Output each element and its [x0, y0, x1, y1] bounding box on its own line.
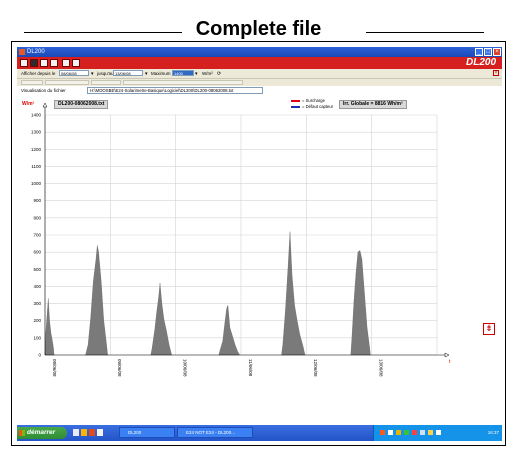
- screenshot-frame: DL200 _ □ × DL200 Afficher depuis le 08/…: [11, 41, 506, 446]
- from-label: Afficher depuis le: [21, 71, 56, 76]
- y-tick-label: 400: [33, 284, 41, 289]
- y-tick-label: 800: [33, 215, 41, 220]
- to-dropdown-icon[interactable]: ▾: [145, 71, 148, 77]
- chart-plot: 0 100 200 300 400 500 600 700 800 900 1000 1100 1200…: [31, 102, 451, 377]
- irradiance-area: [281, 231, 306, 356]
- disabled-field-2: [45, 80, 89, 85]
- y-tick-label: 600: [33, 250, 41, 255]
- system-tray: 16:37: [373, 425, 502, 441]
- x-tick-label: 13/06/08: [379, 359, 384, 377]
- x-axis-arrow: [444, 352, 450, 358]
- disabled-field-1: [21, 80, 43, 85]
- open-file-icon[interactable]: [30, 59, 38, 67]
- filter-bar: Afficher depuis le 08/06/08 ▾ jusqu'au 1…: [17, 69, 502, 78]
- disabled-field-4: [123, 80, 243, 85]
- tray-network-icon[interactable]: [388, 430, 393, 435]
- start-button[interactable]: démarrer: [17, 427, 67, 439]
- from-dropdown-icon[interactable]: ▾: [91, 71, 94, 77]
- y-tick-label: 1100: [31, 164, 41, 169]
- tray-clock: 16:37: [487, 430, 499, 435]
- app-window: DL200 _ □ × DL200 Afficher depuis le 08/…: [17, 47, 502, 441]
- title-bar: DL200 _ □ ×: [17, 47, 502, 57]
- x-tick-label: 10/06/08: [183, 359, 188, 377]
- scroll-down-icon[interactable]: ⇟: [483, 323, 495, 335]
- tray-antivirus-icon[interactable]: [412, 430, 417, 435]
- file-path-field[interactable]: H:\MOOSBE\E24-Solarimetre-Basique\Logici…: [87, 87, 263, 94]
- y-tick-label: 200: [33, 318, 41, 323]
- from-date-field[interactable]: 08/06/08: [59, 70, 89, 76]
- y-tick-label: 100: [33, 335, 41, 340]
- tray-volume-icon[interactable]: [420, 430, 425, 435]
- refresh-icon[interactable]: ⟳: [217, 71, 221, 77]
- file-bar: Visualisation du fichier H:\MOOSBE\E24-S…: [17, 86, 502, 95]
- irradiance-area: [150, 282, 172, 356]
- y-tick-label: 1300: [31, 130, 42, 135]
- irradiance-area: [350, 250, 371, 356]
- irradiance-area: [44, 298, 55, 356]
- max-field[interactable]: 1400: [172, 70, 194, 76]
- download-icon[interactable]: [62, 59, 70, 67]
- y-tick-label: 500: [33, 267, 41, 272]
- tray-display-icon[interactable]: [436, 430, 441, 435]
- close-icon[interactable]: ×: [493, 48, 501, 56]
- y-tick-label: 1400: [31, 113, 42, 118]
- to-date-field[interactable]: 13/06/08: [113, 70, 143, 76]
- y-tick-label: 0: [38, 353, 41, 358]
- max-label: Maximum: [151, 71, 171, 76]
- new-file-icon[interactable]: [20, 59, 28, 67]
- max-dropdown-icon[interactable]: ▾: [195, 71, 198, 77]
- taskbar-item-dl200[interactable]: DL200: [119, 427, 175, 438]
- y-tick-label: 1200: [31, 147, 42, 152]
- windows-logo-icon: [19, 430, 25, 436]
- taskbar: démarrer DL200 E24 NOT E24 - DL200... 16…: [17, 425, 502, 441]
- x-axis-end-label: t: [449, 359, 451, 365]
- print-icon[interactable]: [50, 59, 58, 67]
- x-tick-label: 09/06/08: [117, 359, 122, 377]
- caption-rule-right: [366, 32, 484, 33]
- x-tick-label: 08/06/08: [52, 359, 57, 377]
- maximize-icon[interactable]: □: [484, 48, 492, 56]
- toolbar: DL200: [17, 57, 502, 69]
- quicklaunch-explorer-icon[interactable]: [73, 429, 79, 436]
- irradiance-area: [218, 305, 240, 356]
- tray-usb-icon[interactable]: [428, 430, 433, 435]
- disabled-field-3: [91, 80, 121, 85]
- quicklaunch-desktop-icon[interactable]: [97, 429, 103, 436]
- settings-icon[interactable]: [72, 59, 80, 67]
- minimize-icon[interactable]: _: [475, 48, 483, 56]
- save-icon[interactable]: [40, 59, 48, 67]
- tray-lang-icon[interactable]: [380, 430, 385, 435]
- brand-logo: DL200: [465, 57, 496, 68]
- tray-warning-icon[interactable]: [396, 430, 401, 435]
- quicklaunch-app-icon[interactable]: [89, 429, 95, 436]
- y-tick-label: 900: [33, 198, 41, 203]
- y-tick-label: 300: [33, 301, 41, 306]
- irradiance-chart: W/m² DL200-08062008.txt = Surcharge = Dé…: [17, 95, 502, 425]
- x-tick-label: 11/06/08: [248, 359, 253, 377]
- y-tick-label: 700: [33, 233, 41, 238]
- y-axis-arrow: [42, 102, 48, 108]
- caption-title: Complete file: [195, 18, 322, 40]
- x-tick-label: 12/06/08: [313, 359, 318, 377]
- irradiance-area: [85, 245, 108, 356]
- file-label: Visualisation du fichier: [21, 88, 66, 93]
- taskbar-item-notice[interactable]: E24 NOT E24 - DL200...: [177, 427, 253, 438]
- tray-security-icon[interactable]: [404, 430, 409, 435]
- y-tick-label: 1000: [31, 181, 42, 186]
- to-label: jusqu'au: [97, 71, 114, 76]
- unit-label: W/m²: [202, 71, 213, 76]
- quicklaunch-folder-icon[interactable]: [81, 429, 87, 436]
- close-panel-icon[interactable]: ×: [493, 70, 499, 76]
- app-icon: [19, 49, 25, 55]
- window-title: DL200: [27, 49, 45, 55]
